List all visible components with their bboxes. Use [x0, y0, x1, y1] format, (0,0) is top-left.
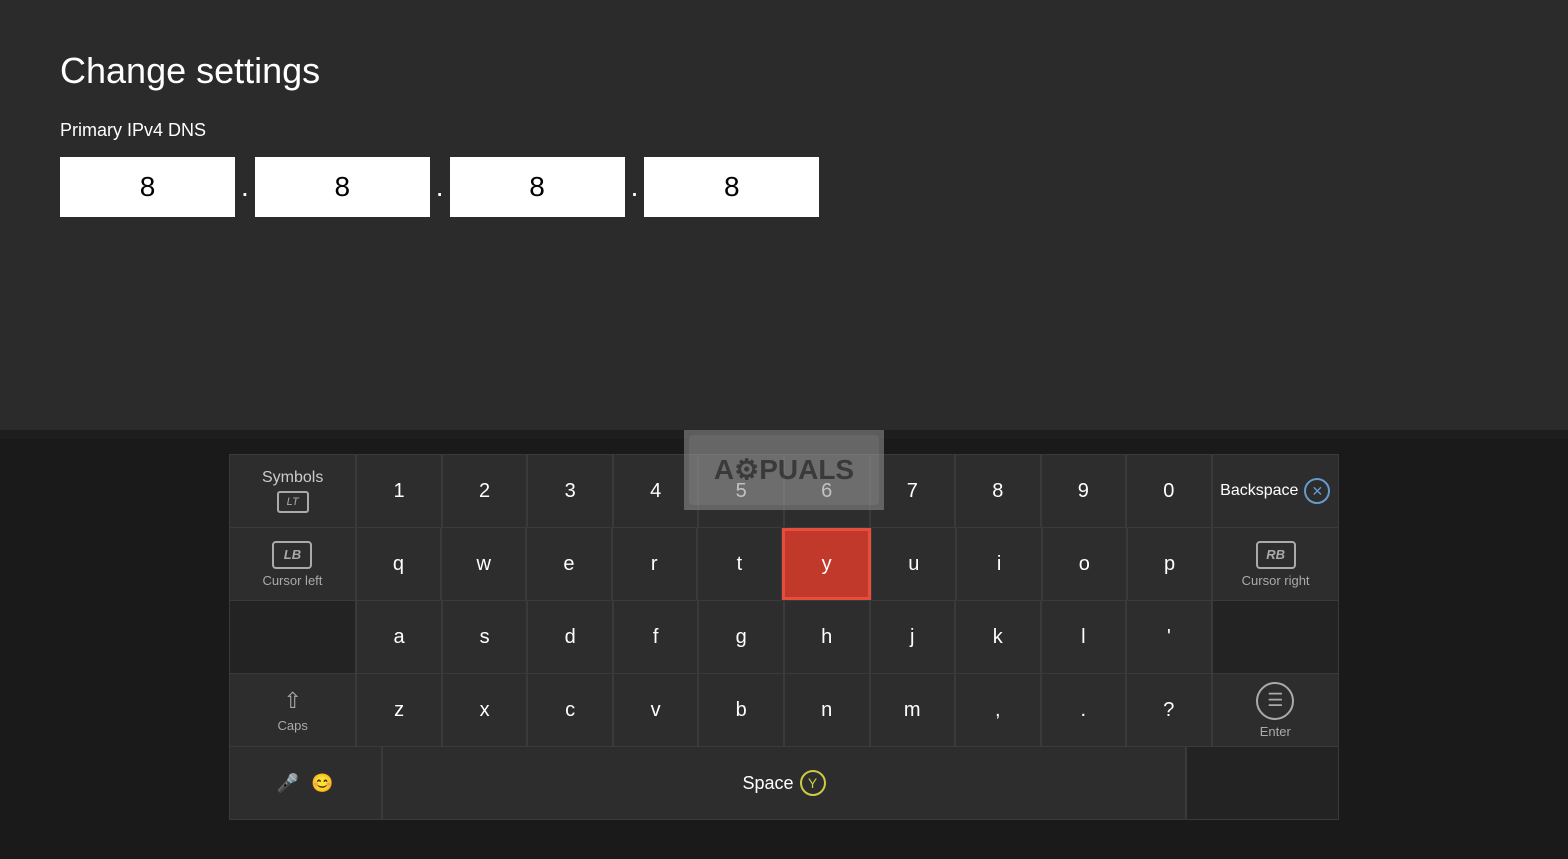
- key-u[interactable]: u: [871, 528, 956, 600]
- cursor-left-key[interactable]: LB Cursor left: [229, 528, 356, 600]
- key-h[interactable]: h: [784, 601, 870, 673]
- caps-label: Caps: [277, 718, 307, 733]
- key-comma[interactable]: ,: [955, 674, 1041, 746]
- key-c[interactable]: c: [527, 674, 613, 746]
- symbols-key[interactable]: Symbols LT: [229, 455, 356, 527]
- key-k[interactable]: k: [955, 601, 1041, 673]
- watermark: A⚙PUALS: [684, 430, 884, 510]
- key-question[interactable]: ?: [1126, 674, 1212, 746]
- dns-octet-4[interactable]: 8: [644, 157, 819, 217]
- cursor-right-label: Cursor right: [1242, 573, 1310, 588]
- mic-icon: 🎤: [277, 773, 299, 794]
- lb-icon: LB: [272, 541, 312, 569]
- key-2[interactable]: 2: [442, 455, 528, 527]
- key-a[interactable]: a: [356, 601, 442, 673]
- dns-octet-2[interactable]: 8: [255, 157, 430, 217]
- keyboard-row-2: LB Cursor left q w e r t y u i o p RB Cu…: [229, 527, 1339, 600]
- key-3[interactable]: 3: [527, 455, 613, 527]
- key-0[interactable]: 0: [1126, 455, 1212, 527]
- dns-octet-1[interactable]: 8: [60, 157, 235, 217]
- key-n[interactable]: n: [784, 674, 870, 746]
- key-x[interactable]: x: [442, 674, 528, 746]
- symbols-text: Symbols: [262, 469, 323, 487]
- caps-key[interactable]: ⇧ Caps: [229, 674, 356, 746]
- row3-spacer-left: [229, 601, 356, 673]
- row3-spacer-right: [1212, 601, 1339, 673]
- space-label: Space: [742, 773, 793, 794]
- dns-separator-2: .: [430, 157, 450, 217]
- page-title: Change settings: [60, 50, 1508, 92]
- key-t[interactable]: t: [697, 528, 782, 600]
- mic-emoji-row: 🎤 😊: [277, 773, 334, 794]
- key-1[interactable]: 1: [356, 455, 442, 527]
- key-y[interactable]: y: [782, 528, 871, 600]
- dns-separator-3: .: [625, 157, 645, 217]
- rb-icon: RB: [1256, 541, 1296, 569]
- key-period[interactable]: .: [1041, 674, 1127, 746]
- key-f[interactable]: f: [613, 601, 699, 673]
- key-9[interactable]: 9: [1041, 455, 1127, 527]
- enter-label: Enter: [1260, 724, 1291, 739]
- key-b[interactable]: b: [698, 674, 784, 746]
- key-w[interactable]: w: [441, 528, 526, 600]
- key-j[interactable]: j: [870, 601, 956, 673]
- key-8[interactable]: 8: [955, 455, 1041, 527]
- key-e[interactable]: e: [526, 528, 611, 600]
- svg-text:A⚙PUALS: A⚙PUALS: [714, 454, 854, 485]
- key-o[interactable]: o: [1042, 528, 1127, 600]
- key-s[interactable]: s: [442, 601, 528, 673]
- enter-key[interactable]: ☰ Enter: [1212, 674, 1339, 746]
- key-apostrophe[interactable]: ': [1126, 601, 1212, 673]
- key-r[interactable]: r: [612, 528, 697, 600]
- key-q[interactable]: q: [356, 528, 441, 600]
- space-y-icon: Y: [800, 770, 826, 796]
- dns-fields: 8 . 8 . 8 . 8: [60, 157, 1508, 217]
- key-m[interactable]: m: [870, 674, 956, 746]
- symbols-icon: LT: [277, 491, 309, 513]
- backspace-label: Backspace: [1220, 482, 1298, 500]
- dns-label: Primary IPv4 DNS: [60, 120, 1508, 141]
- row5-spacer-right: [1186, 747, 1339, 819]
- top-area: Change settings Primary IPv4 DNS 8 . 8 .…: [0, 0, 1568, 430]
- dns-octet-3[interactable]: 8: [450, 157, 625, 217]
- caps-icon: ⇧: [283, 688, 301, 714]
- dns-separator-1: .: [235, 157, 255, 217]
- key-p[interactable]: p: [1127, 528, 1212, 600]
- key-i[interactable]: i: [956, 528, 1041, 600]
- cursor-left-label: Cursor left: [262, 573, 322, 588]
- key-g[interactable]: g: [698, 601, 784, 673]
- key-l[interactable]: l: [1041, 601, 1127, 673]
- keyboard-row-3: a s d f g h j k l ': [229, 600, 1339, 673]
- emoji-icon: 😊: [311, 773, 333, 794]
- key-v[interactable]: v: [613, 674, 699, 746]
- backspace-icon: ✕: [1304, 478, 1330, 504]
- cursor-right-key[interactable]: RB Cursor right: [1212, 528, 1339, 600]
- key-z[interactable]: z: [356, 674, 442, 746]
- keyboard-row-4: ⇧ Caps z x c v b n m , . ? ☰ Enter: [229, 673, 1339, 746]
- mic-emoji-key[interactable]: 🎤 😊: [229, 747, 382, 819]
- key-d[interactable]: d: [527, 601, 613, 673]
- space-key[interactable]: Space Y: [382, 747, 1187, 819]
- backspace-key[interactable]: Backspace ✕: [1212, 455, 1339, 527]
- enter-icon: ☰: [1256, 682, 1294, 720]
- keyboard-row-5: 🎤 😊 Space Y: [229, 746, 1339, 820]
